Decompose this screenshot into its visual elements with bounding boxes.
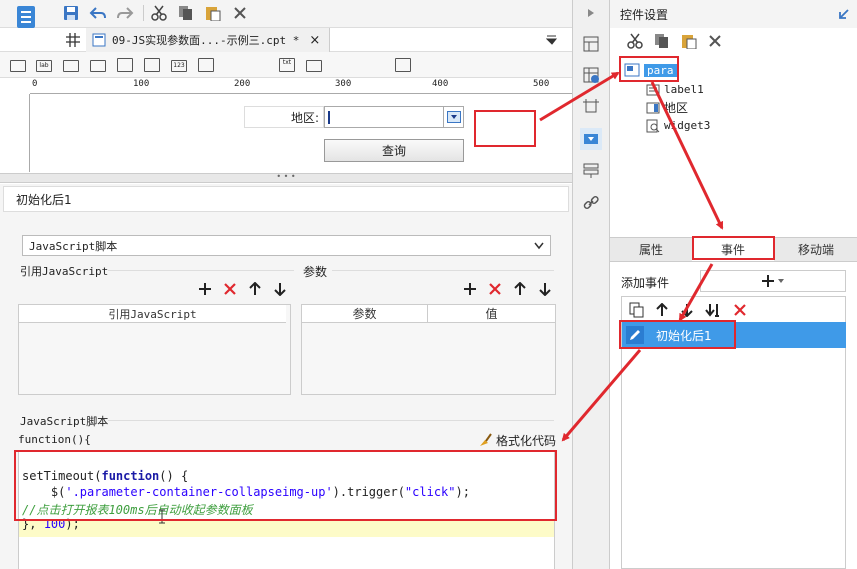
annotation-arrow: [650, 81, 724, 230]
annotation-arrow: [561, 349, 642, 442]
annotation-arrows: [539, 71, 724, 442]
annotation-arrow: [539, 71, 620, 122]
annotation-arrow: [678, 263, 714, 322]
